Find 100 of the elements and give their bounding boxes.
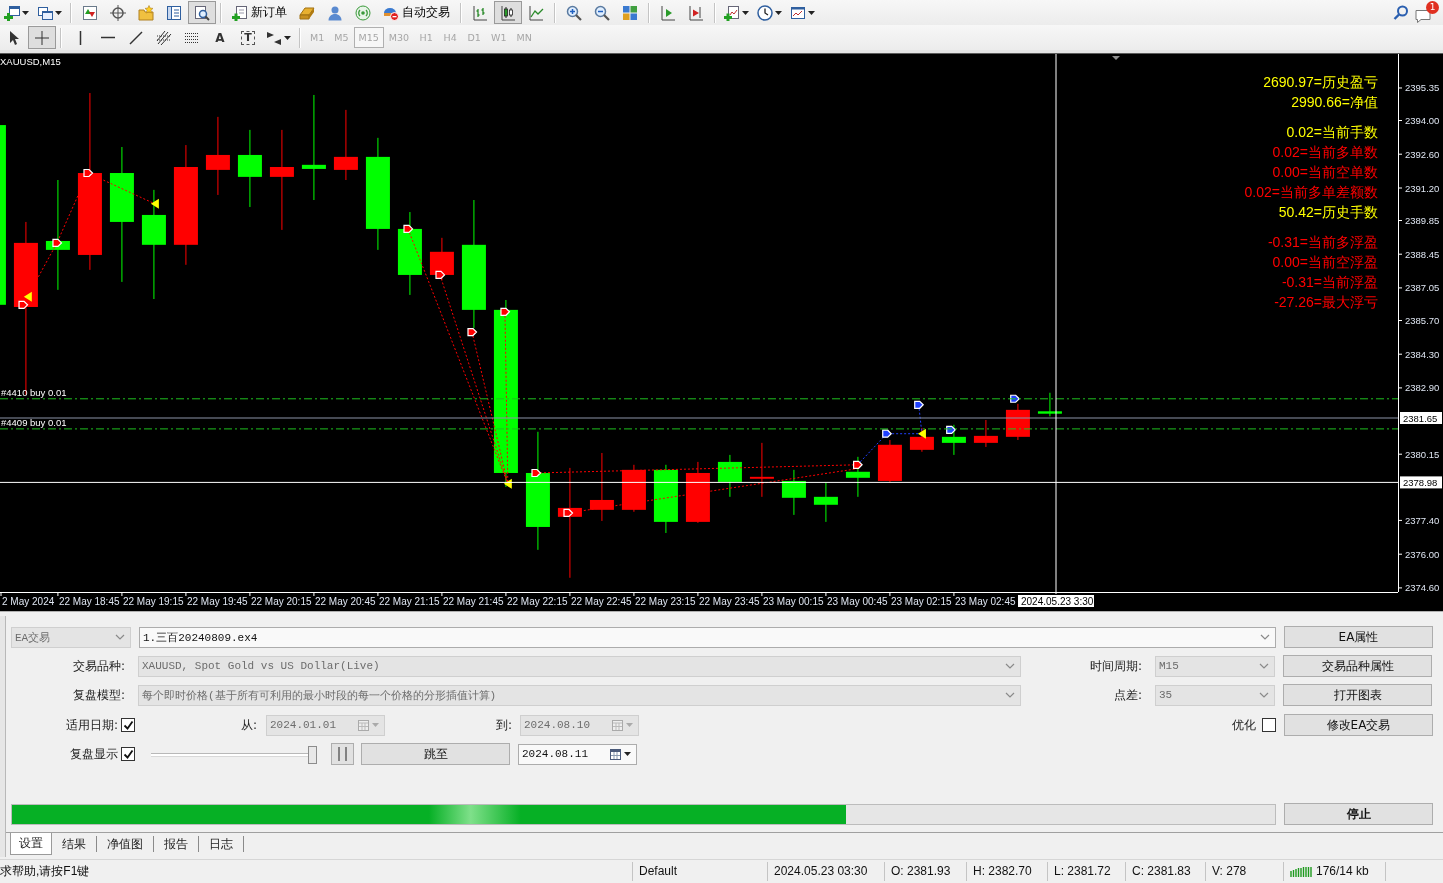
time-axis-label: 22 May 21:45 xyxy=(442,596,504,607)
status-text: H: 2382.70 xyxy=(973,864,1032,878)
stat-line: -0.31=当前多浮盈 xyxy=(1267,233,1378,252)
search-icon xyxy=(1393,4,1409,21)
caret-icon xyxy=(742,10,749,15)
slider-thumb[interactable] xyxy=(308,745,317,764)
time-axis-label: 22 May 18:45 xyxy=(58,596,120,607)
price-axis-label: 2374.60 xyxy=(1405,582,1440,594)
side-button[interactable]: EA属性 xyxy=(1284,626,1433,648)
line-chart-icon xyxy=(528,4,544,21)
chevron-down-icon xyxy=(115,634,125,640)
time-axis-label: 22 May 20:45 xyxy=(314,596,376,607)
caret-icon xyxy=(624,752,631,756)
time-axis-label: 22 May 22:15 xyxy=(506,596,568,607)
price-axis-label: 2384.30 xyxy=(1405,348,1440,360)
ohlc-bars-icon xyxy=(472,4,488,21)
chevron-down-icon xyxy=(1259,692,1269,698)
person-icon xyxy=(327,4,343,21)
chart-title: XAUUSD,M15 xyxy=(0,56,61,67)
caret-icon xyxy=(55,10,62,15)
document-chart-plus-icon xyxy=(724,4,740,21)
caret-icon xyxy=(22,10,29,15)
toolbar-button[interactable] xyxy=(188,1,216,24)
stat-line: 0.00=当前空单数 xyxy=(1272,163,1378,182)
time-axis-label: 23 May 00:45 xyxy=(826,596,888,607)
tab[interactable]: 结果 xyxy=(52,836,97,852)
document-plus-icon xyxy=(232,4,248,21)
time-axis-label: 2 May 2024 xyxy=(2,596,55,607)
stat-line: 0.02=当前手数 xyxy=(1286,123,1378,142)
stat-line: 2690.97=历史盈亏 xyxy=(1263,73,1378,92)
stat-line: 2990.66=净值 xyxy=(1291,93,1378,112)
price-axis-label: 2389.85 xyxy=(1405,215,1440,226)
zoom-out-icon xyxy=(594,4,610,21)
status-text: L: 2381.72 xyxy=(1054,864,1111,878)
notification-button[interactable]: 1 xyxy=(1413,1,1439,24)
time-axis-label: 22 May 21:15 xyxy=(378,596,440,607)
status-text: 求帮助,请按F1键 xyxy=(0,862,90,880)
field-label: 复盘模型: xyxy=(71,686,126,704)
price-axis-label: 2382.90 xyxy=(1405,382,1440,394)
expert-dropdown[interactable]: 1.三百20240809.ex4 xyxy=(139,626,1276,648)
shift-marker-icon xyxy=(1112,56,1120,60)
field-label: 从: xyxy=(239,716,257,734)
folder-star-icon xyxy=(138,4,154,21)
calendar-icon xyxy=(612,719,623,731)
status-text: 176/14 kb xyxy=(1316,864,1369,878)
checkbox-label: 适用日期: xyxy=(64,716,118,734)
label-tool-button[interactable]: T xyxy=(234,26,262,49)
candlestick-icon xyxy=(500,4,516,21)
stat-line: -27.26=最大浮亏 xyxy=(1274,293,1378,312)
time-axis-label: 22 May 22:45 xyxy=(570,596,632,607)
text-tool-button[interactable]: A xyxy=(206,26,234,49)
pause-icon xyxy=(338,747,347,761)
target-icon xyxy=(110,4,126,21)
chevron-down-icon xyxy=(1005,692,1015,698)
stat-line: 0.02=当前多单数 xyxy=(1272,143,1378,162)
time-axis-label: 22 May 23:45 xyxy=(698,596,760,607)
tab[interactable]: 报告 xyxy=(154,836,199,852)
calendar-icon xyxy=(610,748,621,760)
dotted-lines-icon xyxy=(185,32,199,43)
caret-icon xyxy=(372,723,379,727)
time-axis-label: 22 May 23:15 xyxy=(634,596,696,607)
ingot-icon xyxy=(299,4,315,21)
hatched-lines-icon xyxy=(156,29,172,46)
zoom-in-icon xyxy=(566,4,582,21)
price-axis-label: 2395.35 xyxy=(1405,82,1440,94)
side-button[interactable]: 修改EA交易 xyxy=(1284,714,1433,736)
clock-icon xyxy=(757,4,773,21)
skip-to-button[interactable]: 跳至 xyxy=(361,743,510,765)
time-axis-label: 23 May 02:15 xyxy=(890,596,952,607)
windows-icon xyxy=(37,4,53,21)
field-label: 点差: xyxy=(1112,686,1143,704)
horizontal-line-icon xyxy=(101,36,115,39)
toolbar-button[interactable] xyxy=(494,1,522,24)
panel-icon xyxy=(166,4,182,21)
tab[interactable]: 净值图 xyxy=(97,836,154,852)
side-button[interactable]: 打开图表 xyxy=(1283,684,1432,706)
checkbox-label: 复盘显示 xyxy=(69,745,118,763)
checkbox[interactable] xyxy=(121,747,135,761)
stat-line: -0.31=当前浮盈 xyxy=(1281,273,1378,292)
price-axis-label: 2394.00 xyxy=(1405,115,1440,126)
chevron-down-icon xyxy=(1005,663,1015,669)
time-axis-label: 22 May 19:45 xyxy=(186,596,248,607)
window-plus-icon xyxy=(4,4,20,21)
speech-bubble-icon xyxy=(1415,8,1431,24)
price-axis-label: 2376.00 xyxy=(1405,548,1440,560)
pause-button[interactable] xyxy=(331,743,354,765)
chevron-down-icon xyxy=(1259,663,1269,669)
toolbar-button[interactable]: 自动交易 xyxy=(377,1,456,24)
tile-grid-icon xyxy=(622,4,638,21)
checkbox[interactable] xyxy=(121,718,135,732)
checkbox[interactable] xyxy=(1262,718,1276,732)
stop-button[interactable]: 停止 xyxy=(1284,803,1433,825)
toolbar-button[interactable]: 新订单 xyxy=(226,1,293,24)
side-button[interactable]: 交易品种属性 xyxy=(1283,655,1432,677)
tab[interactable]: 日志 xyxy=(199,836,244,852)
field-label: 交易品种: xyxy=(71,657,126,675)
magnifier-document-icon xyxy=(194,4,210,21)
tab[interactable]: 设置 xyxy=(10,833,52,855)
date-field[interactable]: 2024.08.11 xyxy=(518,743,637,765)
signal-waves-icon xyxy=(355,4,371,21)
